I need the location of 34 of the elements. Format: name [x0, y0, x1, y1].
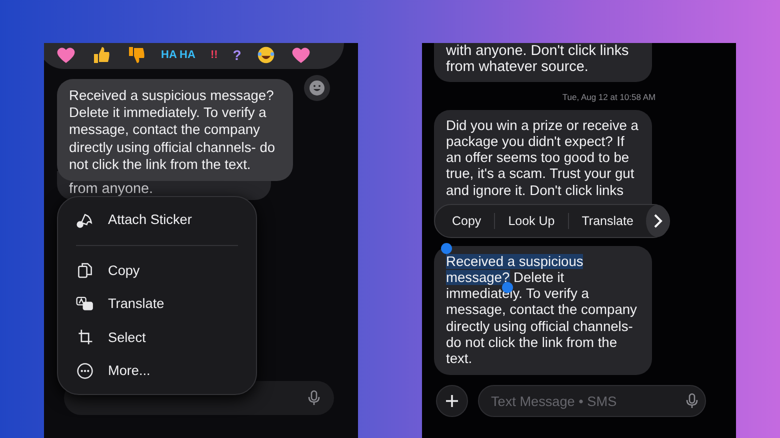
- menu-item[interactable]: Attach Sticker: [58, 203, 256, 237]
- smiley-icon: [309, 80, 325, 96]
- more-icon: [76, 362, 94, 380]
- menu-item[interactable]: Translate: [58, 287, 256, 321]
- heart-icon[interactable]: [56, 46, 76, 64]
- message-bubble: Received a suspicious message? Delete it immediately. To verify a message, contact the company directly using official channels- do not click the link from the text.: [57, 79, 293, 182]
- menu-item[interactable]: Select: [58, 320, 256, 354]
- crop-icon: [76, 328, 94, 346]
- message-bubble: with anyone. Don't click links from whatever source.: [434, 43, 652, 82]
- microphone-icon[interactable]: [686, 393, 698, 410]
- microphone-icon[interactable]: [308, 390, 320, 406]
- next-button[interactable]: [646, 204, 669, 237]
- laughing-face-icon[interactable]: [256, 46, 276, 64]
- plus-icon: [445, 394, 459, 408]
- thumbs-down-icon[interactable]: [126, 46, 146, 64]
- message-bubble: Received a suspicious message? Delete it immediately. To verify a message, contact the company directly using official channels- do not click the link from the text.: [434, 246, 652, 376]
- thumbs-up-icon[interactable]: [91, 46, 111, 64]
- reaction-text[interactable]: !!: [210, 48, 218, 62]
- translate-icon: [76, 294, 94, 313]
- edit-menu-item[interactable]: Translate: [568, 212, 646, 229]
- reaction-text[interactable]: ?: [232, 48, 242, 62]
- edit-menu-item[interactable]: Look Up: [495, 212, 569, 229]
- menu-item[interactable]: More...: [58, 354, 256, 388]
- sticker-button[interactable]: [304, 75, 330, 101]
- message-field[interactable]: Text Message • SMS: [478, 385, 706, 418]
- timestamp: Tue, Aug 12 at 10:58 AM: [561, 90, 657, 104]
- chevron-right-icon: [652, 214, 663, 228]
- copy-icon: [76, 261, 94, 280]
- edit-menu-item[interactable]: Copy: [439, 212, 496, 229]
- heart-icon[interactable]: [291, 46, 312, 64]
- reaction-text[interactable]: HA HA: [161, 48, 196, 62]
- selection-handle[interactable]: [441, 242, 452, 254]
- add-button[interactable]: [436, 385, 468, 418]
- menu-item[interactable]: Copy: [58, 254, 256, 288]
